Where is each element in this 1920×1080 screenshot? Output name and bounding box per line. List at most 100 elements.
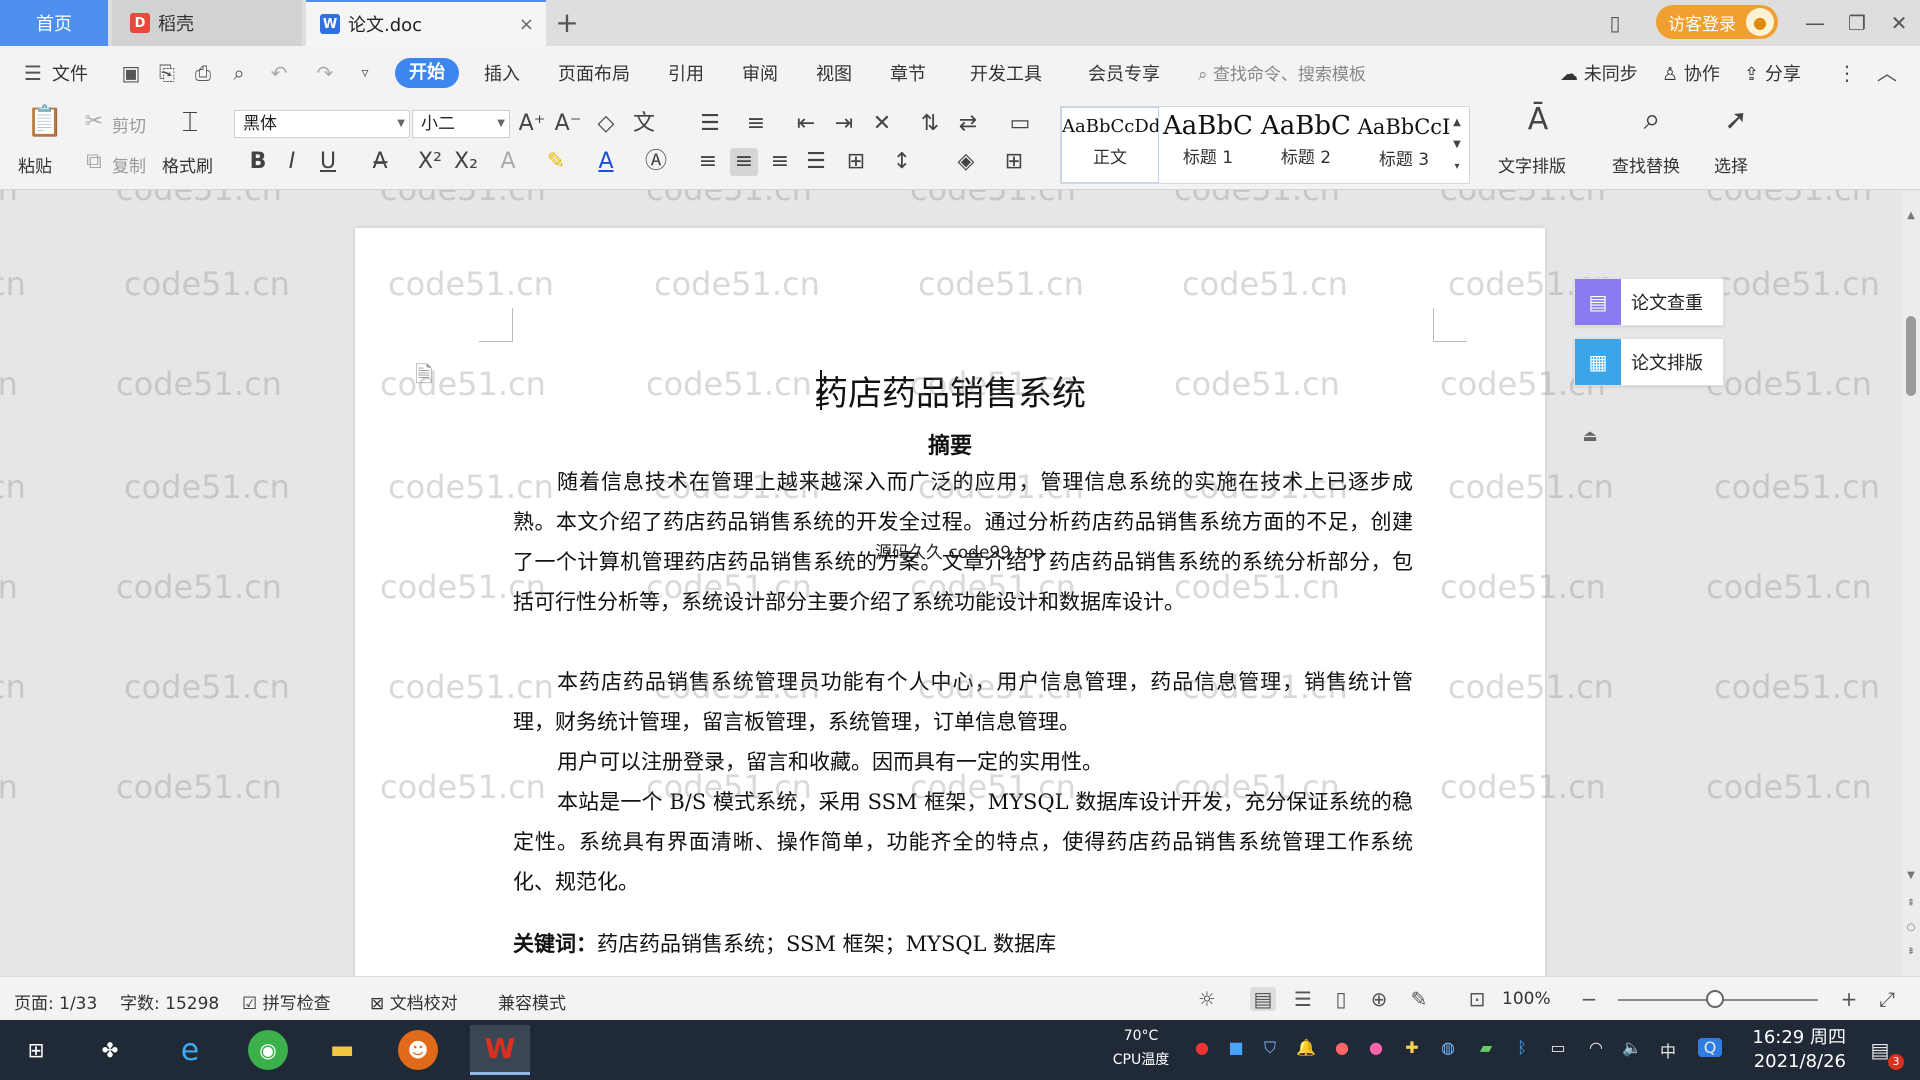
zoom-in-icon[interactable]: + — [1836, 987, 1862, 1011]
input-method-icon[interactable]: Q — [1698, 1038, 1722, 1057]
nvidia-icon[interactable]: ▰ — [1474, 1038, 1498, 1057]
style-heading-2[interactable]: AaBbC 标题 2 — [1257, 107, 1355, 183]
guest-login-button[interactable]: 访客登录 ● — [1656, 5, 1778, 39]
menu-devtools[interactable]: 开发工具 — [970, 60, 1042, 86]
menu-view[interactable]: 视图 — [816, 60, 852, 86]
page-view-icon[interactable]: ▤ — [1250, 987, 1276, 1011]
style-heading-1[interactable]: AaBbC 标题 1 — [1159, 107, 1257, 183]
volume-icon[interactable]: 🔈 — [1620, 1038, 1644, 1057]
paste-button[interactable]: 粘贴 — [18, 152, 52, 177]
font-name-select[interactable]: 黑体 ▼ — [234, 110, 410, 138]
export-icon[interactable]: ⎘ — [154, 60, 180, 86]
tab-close-icon[interactable]: × — [519, 14, 534, 35]
document-area[interactable]: 🗎 药店药品销售系统 摘要 随着信息技术在管理上越来越深入而广泛的应用，管理信息… — [0, 190, 1902, 976]
align-left-icon[interactable]: ≡ — [694, 148, 722, 176]
more-options-icon[interactable]: ⋮ — [1834, 60, 1860, 86]
paper-layout-button[interactable]: ▦ 论文排版 — [1574, 338, 1724, 386]
menu-page-layout[interactable]: 页面布局 — [558, 60, 630, 86]
proofread-button[interactable]: ⊠ 文档校对 — [370, 989, 458, 1014]
tab-document[interactable]: W 论文.doc × — [306, 0, 546, 46]
scroll-down-icon[interactable]: ▼ — [1904, 870, 1918, 881]
fan-app-icon[interactable]: ✤ — [90, 1030, 130, 1070]
line-spacing-icon[interactable]: ↕ — [888, 148, 916, 176]
menu-insert[interactable]: 插入 — [484, 60, 520, 86]
abstract-paragraph-3[interactable]: 用户可以注册登录，留言和收藏。因而具有一定的实用性。 — [513, 742, 1413, 782]
new-tab-button[interactable]: + — [552, 6, 582, 39]
char-border-icon[interactable]: Ⓐ — [642, 148, 670, 176]
undo-icon[interactable]: ↶ — [266, 60, 292, 86]
wps-writer-icon[interactable]: W — [470, 1025, 530, 1075]
copy-button[interactable]: 复制 — [112, 152, 146, 177]
justify-icon[interactable]: ☰ — [802, 148, 830, 176]
save-icon[interactable]: ▣ — [118, 60, 144, 86]
text-layout-button[interactable]: 文字排版 — [1498, 152, 1566, 177]
increase-indent-icon[interactable]: ⇥ — [830, 110, 858, 138]
numbered-list-icon[interactable]: ≡ — [742, 110, 770, 138]
font-color-icon[interactable]: A — [592, 148, 620, 176]
vertical-scrollbar[interactable]: ▲ ▼ ⇞ ○ ⇟ — [1902, 190, 1920, 976]
menu-file[interactable]: 文件 — [52, 60, 88, 86]
browse-object-icon[interactable]: ○ — [1904, 922, 1918, 933]
distributed-align-icon[interactable]: ⊞ — [842, 148, 870, 176]
italic-icon[interactable]: I — [278, 148, 306, 176]
cut-button[interactable]: 剪切 — [112, 112, 146, 137]
text-direction-icon[interactable]: ⇄ — [954, 110, 982, 138]
subscript-icon[interactable]: X₂ — [452, 148, 480, 176]
text-layout-icon[interactable]: Ā — [1524, 105, 1552, 135]
gallery-more-icon[interactable]: ▾ — [1447, 153, 1467, 181]
restore-button[interactable]: ❐ — [1840, 6, 1874, 40]
web-view-icon[interactable]: ⊕ — [1366, 987, 1392, 1011]
ie-browser-icon[interactable]: e — [170, 1030, 210, 1070]
copy-icon[interactable]: ⧉ — [80, 148, 108, 176]
sort-icon[interactable]: ⇅ — [916, 110, 944, 138]
zoom-slider-thumb[interactable] — [1706, 990, 1724, 1008]
minimize-button[interactable]: — — [1798, 6, 1832, 40]
shading-icon[interactable]: ◈ — [952, 148, 980, 176]
cpu-temperature[interactable]: 70°C CPU温度 — [1106, 1024, 1176, 1072]
grow-font-icon[interactable]: A⁺ — [518, 110, 546, 138]
keywords-line[interactable]: 关键词：药店药品销售系统；SSM 框架；MYSQL 数据库 — [513, 928, 1056, 958]
outline-view-icon[interactable]: ☰ — [1290, 987, 1316, 1011]
document-title[interactable]: 药店药品销售系统 — [355, 366, 1545, 415]
shrink-font-icon[interactable]: A⁻ — [554, 110, 582, 138]
select-button[interactable]: 选择 — [1714, 152, 1748, 177]
layout-toggle-icon[interactable]: ▯ — [1598, 6, 1632, 40]
phonetic-guide-icon[interactable]: 文 — [630, 110, 658, 138]
ime-indicator[interactable]: 中 — [1656, 1038, 1680, 1062]
tray-app-cloud-icon[interactable]: ◍ — [1436, 1038, 1460, 1057]
panel-collapse-icon[interactable]: ⏏ — [1576, 422, 1604, 450]
word-count[interactable]: 字数: 15298 — [120, 989, 219, 1014]
browser-360-icon[interactable]: ◉ — [248, 1030, 288, 1070]
abstract-paragraph-4[interactable]: 本站是一个 B/S 模式系统，采用 SSM 框架，MYSQL 数据库设计开发，充… — [513, 782, 1413, 902]
ruler-icon[interactable]: ▭ — [1006, 110, 1034, 138]
close-window-button[interactable]: ✕ — [1882, 6, 1916, 40]
align-right-icon[interactable]: ≡ — [766, 148, 794, 176]
bell-icon[interactable]: 🔔 — [1294, 1038, 1318, 1057]
menu-chapter[interactable]: 章节 — [890, 60, 926, 86]
find-replace-button[interactable]: 查找替换 — [1612, 152, 1680, 177]
menu-review[interactable]: 审阅 — [742, 60, 778, 86]
scissors-icon[interactable]: ✂ — [80, 108, 108, 136]
chinese-layout-icon[interactable]: ✕ — [868, 110, 896, 138]
quick-access-dropdown-icon[interactable]: ▿ — [352, 60, 378, 86]
underline-icon[interactable]: U — [314, 148, 342, 176]
align-center-icon[interactable]: ≡ — [730, 148, 758, 176]
format-painter-icon[interactable]: ⌶ — [176, 108, 204, 136]
zoom-level[interactable]: 100% — [1502, 989, 1551, 1009]
write-mode-icon[interactable]: ✎ — [1406, 987, 1432, 1011]
qq-icon[interactable]: ● — [1330, 1038, 1354, 1057]
tray-app-yellow-icon[interactable]: ✚ — [1400, 1038, 1424, 1057]
strikethrough-icon[interactable]: A̶ — [366, 148, 394, 176]
paste-icon[interactable]: 📋 — [26, 107, 63, 137]
system-clock[interactable]: 16:29 周四 2021/8/26 — [1746, 1026, 1846, 1074]
share-button[interactable]: ⇪ 分享 — [1744, 60, 1801, 86]
bold-icon[interactable]: B — [244, 148, 272, 176]
find-replace-icon[interactable]: ⌕ — [1638, 105, 1666, 135]
borders-icon[interactable]: ⊞ — [1000, 148, 1028, 176]
file-explorer-icon[interactable]: ▬ — [322, 1030, 362, 1070]
tab-home[interactable]: 首页 — [0, 0, 108, 46]
style-normal[interactable]: AaBbCcDd 正文 — [1061, 107, 1159, 183]
document-page[interactable]: 🗎 药店药品销售系统 摘要 随着信息技术在管理上越来越深入而广泛的应用，管理信息… — [355, 228, 1545, 976]
abstract-heading[interactable]: 摘要 — [355, 428, 1545, 460]
menu-vip[interactable]: 会员专享 — [1088, 60, 1160, 86]
